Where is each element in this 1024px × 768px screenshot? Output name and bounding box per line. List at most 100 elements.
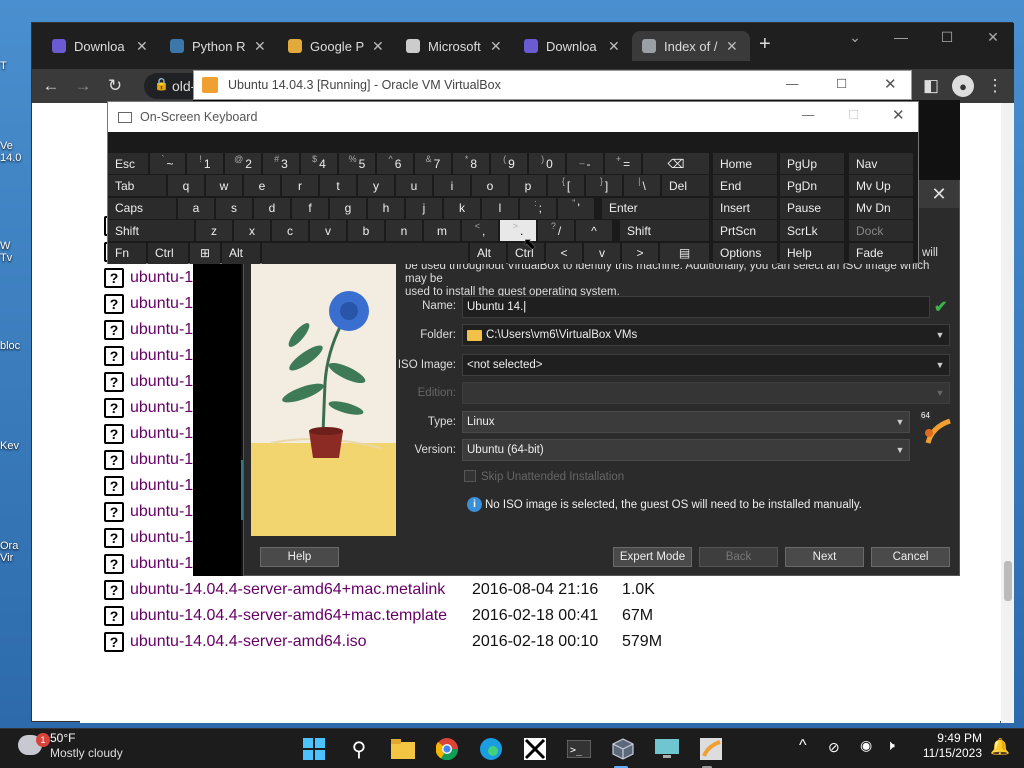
chevron-down-icon[interactable]: ▼: [891, 412, 909, 432]
virtualbox-manager-icon[interactable]: [697, 735, 725, 763]
osk-key[interactable]: Enter: [602, 197, 709, 219]
osk-key[interactable]: e: [244, 175, 280, 197]
iso-combo[interactable]: <not selected> ▼: [462, 354, 950, 376]
osk-key[interactable]: ! 1: [187, 153, 223, 174]
osk-key[interactable]: ▤: [660, 242, 709, 264]
osk-key[interactable]: Del: [662, 175, 709, 197]
osk-key[interactable]: % 5: [339, 153, 375, 174]
osk-key[interactable]: r: [282, 175, 318, 197]
vb-close-icon[interactable]: ✕: [884, 75, 897, 93]
help-button[interactable]: Help: [260, 547, 339, 567]
osk-key[interactable]: o: [472, 175, 508, 197]
network-offline-icon[interactable]: ⊘: [828, 739, 840, 756]
osk-key[interactable]: #3: [263, 153, 299, 174]
folder-combo[interactable]: C:\Users\vm6\VirtualBox VMs ▼: [462, 324, 950, 346]
osk-key[interactable]: <: [546, 242, 582, 264]
volume-mute-icon[interactable]: 🕨: [886, 737, 895, 754]
osk-key[interactable]: ScrLk: [780, 220, 844, 242]
file-link[interactable]: ubuntu-14.04.4-server-amd64.iso: [130, 633, 472, 651]
chrome-icon[interactable]: [433, 735, 461, 763]
edge-icon[interactable]: [477, 735, 505, 763]
osk-key[interactable]: & 7: [415, 153, 451, 174]
osk-key[interactable]: a: [178, 197, 214, 219]
osk-key[interactable]: Dock: [849, 220, 913, 242]
remote-desktop-icon[interactable]: [653, 735, 681, 763]
osk-key[interactable]: <,: [462, 220, 498, 242]
browser-tab[interactable]: Microsoft ✕: [396, 31, 514, 61]
osk-key[interactable]: {[: [548, 175, 584, 197]
wizard-close-icon[interactable]: ✕: [919, 180, 959, 208]
desktop-shortcut[interactable]: bloc: [0, 340, 34, 352]
file-link[interactable]: ubuntu-14.04.4-server-amd64+mac.template: [130, 607, 472, 625]
tray-overflow-chevron-icon[interactable]: ^: [799, 737, 807, 755]
type-combo[interactable]: Linux ▼: [462, 411, 910, 433]
xming-icon[interactable]: [521, 735, 549, 763]
osk-key[interactable]: b: [348, 220, 384, 242]
forward-arrow-icon[interactable]: →: [72, 75, 94, 97]
osk-key[interactable]: }]: [586, 175, 622, 197]
close-button[interactable]: ✕: [970, 23, 1016, 51]
browser-tab[interactable]: Index of / ✕: [632, 31, 750, 61]
osk-key[interactable]: * 8: [453, 153, 489, 174]
terminal-icon[interactable]: >_: [565, 735, 593, 763]
osk-key[interactable]: ) 0: [529, 153, 565, 174]
osk-key[interactable]: z: [196, 220, 232, 242]
osk-key[interactable]: Alt: [470, 242, 506, 264]
osk-key[interactable]: _ -: [567, 153, 603, 174]
tab-close-icon[interactable]: ✕: [726, 38, 738, 55]
chevron-down-icon[interactable]: ▼: [891, 440, 909, 460]
osk-key[interactable]: + =: [605, 153, 641, 174]
browser-tab[interactable]: Google Pl ✕: [278, 31, 396, 61]
osk-key[interactable]: g: [330, 197, 366, 219]
osk-key[interactable]: k: [444, 197, 480, 219]
osk-key[interactable]: m: [424, 220, 460, 242]
osk-key[interactable]: Shift: [108, 220, 194, 242]
osk-key[interactable]: j: [406, 197, 442, 219]
osk-key[interactable]: PgUp: [780, 153, 844, 174]
osk-close-icon[interactable]: ✕: [892, 106, 905, 124]
desktop-shortcut[interactable]: Kev: [0, 440, 34, 452]
browser-tab[interactable]: Python Re ✕: [160, 31, 278, 61]
file-link[interactable]: ubuntu-14.04.4-server-amd64+mac.metalink: [130, 581, 472, 599]
file-explorer-icon[interactable]: [389, 735, 417, 763]
osk-key[interactable]: n: [386, 220, 422, 242]
clock-time[interactable]: 9:49 PM: [934, 731, 982, 745]
osk-key[interactable]: PrtScn: [713, 220, 777, 242]
start-windows-icon[interactable]: [300, 735, 328, 763]
osk-key[interactable]: Alt: [222, 242, 260, 264]
osk-key[interactable]: Tab: [108, 175, 166, 197]
osk-key[interactable]: h: [368, 197, 404, 219]
desktop-shortcut[interactable]: Ora Vir: [0, 540, 34, 564]
osk-key[interactable]: y: [358, 175, 394, 197]
back-button[interactable]: Back: [699, 547, 778, 567]
osk-key[interactable]: Caps: [108, 197, 176, 219]
osk-key[interactable]: p: [510, 175, 546, 197]
virtualbox-cube-icon[interactable]: [609, 735, 637, 763]
expert-mode-button[interactable]: Expert Mode: [613, 547, 692, 567]
osk-minimize-icon[interactable]: —: [802, 108, 815, 122]
osk-key[interactable]: Fn: [108, 242, 146, 264]
osk-key[interactable]: Shift: [620, 220, 709, 242]
version-combo[interactable]: Ubuntu (64-bit) ▼: [462, 439, 910, 461]
search-icon[interactable]: ⚲: [345, 735, 373, 763]
osk-key[interactable]: ? /: [538, 220, 574, 242]
osk-key[interactable]: t: [320, 175, 356, 197]
osk-key[interactable]: x: [234, 220, 270, 242]
osk-key[interactable]: Insert: [713, 197, 777, 219]
osk-key[interactable]: End: [713, 175, 777, 197]
vb-minimize-icon[interactable]: —: [786, 77, 799, 91]
tab-close-icon[interactable]: ✕: [372, 38, 384, 55]
osk-key[interactable]: Nav: [849, 153, 913, 174]
osk-key[interactable]: d: [254, 197, 290, 219]
osk-key[interactable]: $4: [301, 153, 337, 174]
next-button[interactable]: Next: [785, 547, 864, 567]
osk-key[interactable]: c: [272, 220, 308, 242]
osk-key[interactable]: ^ 6: [377, 153, 413, 174]
tab-close-icon[interactable]: ✕: [608, 38, 620, 55]
tab-search-icon[interactable]: ⌄: [832, 23, 878, 51]
osk-key[interactable]: Ctrl: [148, 242, 188, 264]
sidebar-icon[interactable]: ◧: [920, 75, 942, 97]
osk-key[interactable]: (9: [491, 153, 527, 174]
browser-tab[interactable]: Downloa ✕: [514, 31, 632, 61]
osk-key[interactable]: [262, 242, 468, 264]
